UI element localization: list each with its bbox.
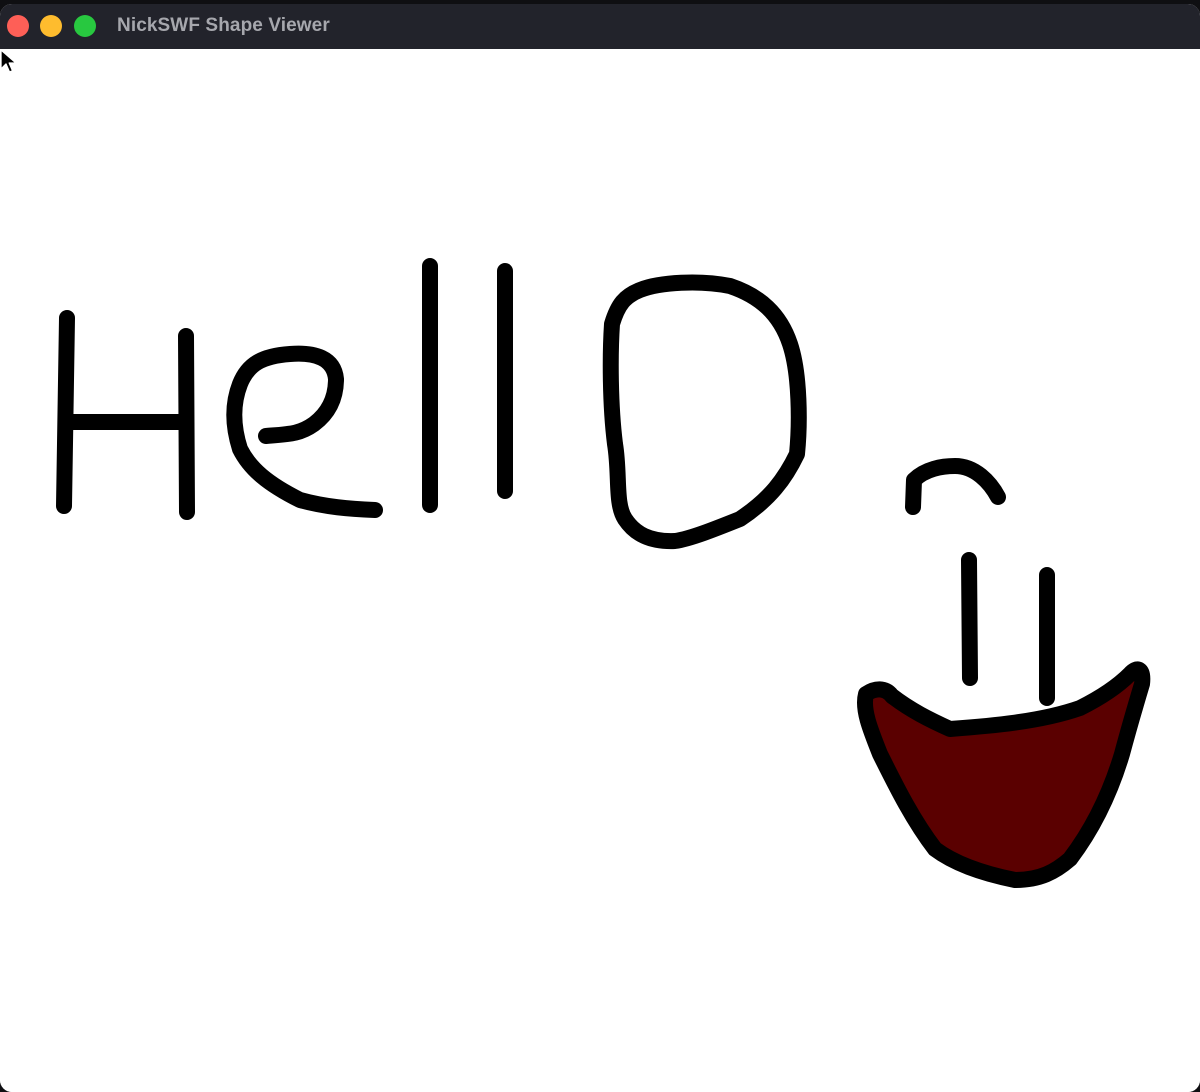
zoom-icon[interactable] <box>74 15 96 37</box>
app-window: NickSWF Shape Viewer <box>0 4 1200 1092</box>
drawing-svg <box>56 258 1151 888</box>
hello-text-strokes <box>56 258 807 550</box>
letter-h-left-stroke <box>56 310 75 514</box>
face-drawing <box>857 458 1151 888</box>
close-icon[interactable] <box>7 15 29 37</box>
mouse-pointer-icon <box>0 49 17 73</box>
minimize-icon[interactable] <box>40 15 62 37</box>
title-bar[interactable]: NickSWF Shape Viewer <box>0 4 1200 49</box>
window-title: NickSWF Shape Viewer <box>117 15 330 36</box>
letter-e-stroke <box>226 345 383 518</box>
face-eyebrow-stroke <box>905 458 1006 515</box>
letter-o-stroke <box>602 274 807 550</box>
face-mouth-shape <box>857 661 1151 888</box>
face-left-eye-stroke <box>961 552 978 686</box>
shape-canvas[interactable] <box>0 49 1200 1092</box>
